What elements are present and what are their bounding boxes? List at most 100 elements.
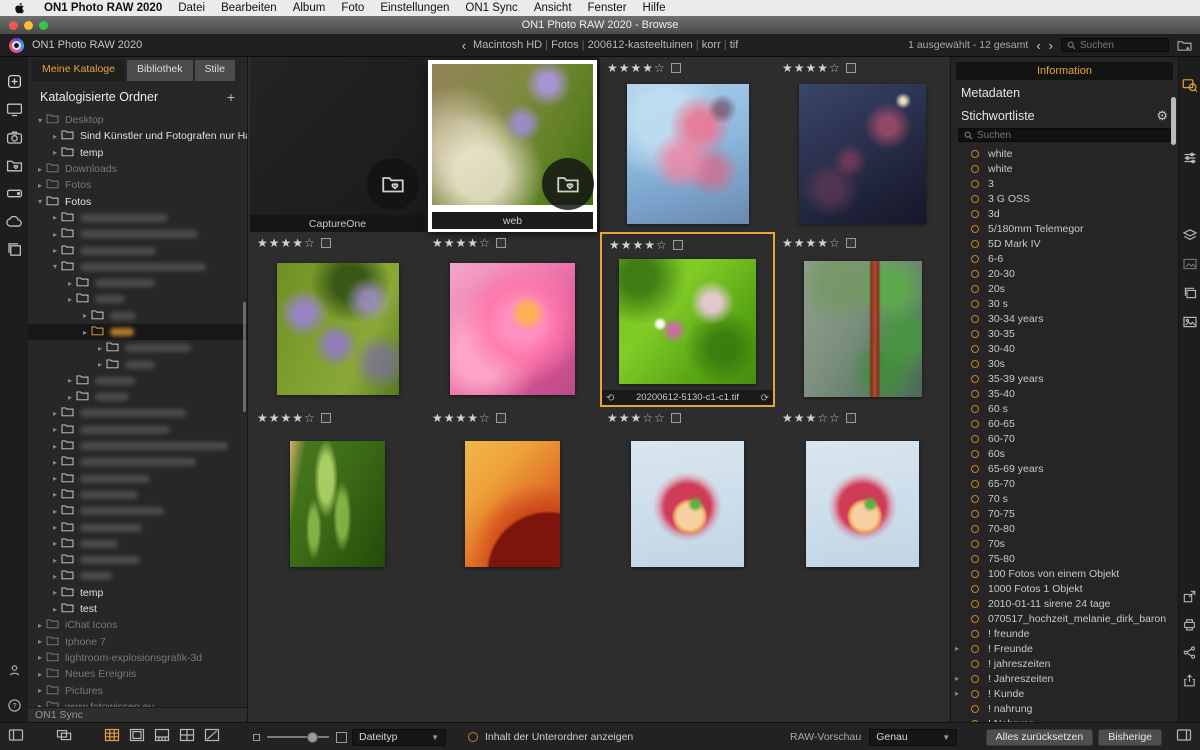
header-search-input[interactable]: Suchen [1061, 38, 1169, 52]
keyword-item[interactable]: 60s [951, 446, 1178, 461]
share-icon[interactable] [1182, 645, 1197, 660]
photo-image[interactable] [277, 263, 399, 395]
keyword-item[interactable]: 35-40 [951, 386, 1178, 401]
menu-item-foto[interactable]: Foto [341, 2, 364, 14]
folder-tree-item[interactable]: ▸Iphone 7 [28, 634, 247, 650]
keyword-item[interactable]: 3d [951, 206, 1178, 221]
slider-track[interactable] [267, 736, 329, 738]
metadata-section-header[interactable]: Metadaten [961, 86, 1020, 100]
raw-preview-dropdown[interactable]: Genau▼ [869, 729, 957, 746]
keyword-item[interactable]: ! jahreszeiten [951, 656, 1178, 671]
star-rating[interactable]: ★★★★☆ [782, 237, 841, 249]
previous-button[interactable]: Bisherige [1098, 729, 1162, 746]
tree-expander-icon[interactable]: ▸ [49, 588, 61, 597]
keyword-item[interactable]: 70s [951, 536, 1178, 551]
keyword-item[interactable]: ! nahrung [951, 701, 1178, 716]
folder-tree-item[interactable]: ▾Desktop [28, 112, 247, 128]
folder-tree-item[interactable]: ▸ [28, 405, 247, 421]
zoom-window-button[interactable] [39, 21, 48, 30]
tree-expander-icon[interactable]: ▸ [34, 653, 46, 662]
folder-tree-item[interactable]: ▸Downloads [28, 161, 247, 177]
tree-expander-icon[interactable]: ▸ [34, 165, 46, 174]
frame-icon[interactable] [1182, 256, 1198, 272]
stack-icon[interactable] [1182, 285, 1198, 301]
photo-image[interactable] [631, 441, 744, 567]
photo-select-checkbox[interactable] [846, 238, 856, 248]
folder-tree-item[interactable]: ▸ [28, 487, 247, 503]
menu-item-album[interactable]: Album [293, 2, 326, 14]
folder-tree-item[interactable]: ▸ [28, 454, 247, 470]
photo-image[interactable] [450, 263, 575, 395]
keyword-item[interactable]: 60 s [951, 401, 1178, 416]
export-arrow-icon[interactable] [1182, 589, 1197, 604]
star-rating[interactable]: ★★★☆☆ [782, 412, 841, 424]
star-rating[interactable]: ★★★★☆ [257, 237, 316, 249]
folder-tree-item[interactable]: ▸ [28, 389, 247, 405]
photo-thumbnail[interactable]: ★★★☆☆ [775, 407, 950, 582]
folder-tree-item[interactable]: ▸Pictures [28, 682, 247, 698]
photo-image[interactable] [619, 259, 756, 384]
breadcrumb-item[interactable]: 200612-kasteeltuinen [588, 39, 693, 51]
keyword-item[interactable]: 70-75 [951, 506, 1178, 521]
view-compare-icon[interactable] [179, 727, 195, 748]
tree-expander-icon[interactable]: ▸ [49, 490, 61, 499]
keyword-item[interactable]: 30 s [951, 296, 1178, 311]
keyword-expander-icon[interactable]: ▸ [951, 674, 962, 683]
folder-tree-item[interactable]: ▸temp [28, 145, 247, 161]
view-single-icon[interactable] [129, 727, 145, 748]
menu-item-fenster[interactable]: Fenster [588, 2, 627, 14]
new-folder-icon[interactable] [1177, 39, 1192, 52]
tree-expander-icon[interactable]: ▸ [49, 539, 61, 548]
tab-bibliothek[interactable]: Bibliothek [127, 60, 193, 81]
folder-thumbnail[interactable]: web [425, 57, 600, 232]
photo-select-checkbox[interactable] [321, 238, 331, 248]
cloud-icon[interactable] [6, 213, 23, 230]
menu-item-on1-sync[interactable]: ON1 Sync [465, 2, 517, 14]
tree-expander-icon[interactable]: ▸ [34, 181, 46, 190]
photo-select-checkbox[interactable] [846, 63, 856, 73]
menu-item-hilfe[interactable]: Hilfe [643, 2, 666, 14]
keyword-item[interactable]: 20s [951, 281, 1178, 296]
folder-heart-icon[interactable] [6, 157, 23, 174]
folder-tree-item[interactable]: ▸ [28, 340, 247, 356]
printer-icon[interactable] [1182, 617, 1197, 632]
star-rating[interactable]: ★★★★☆ [609, 239, 668, 251]
folder-tree-item[interactable]: ▾ [28, 259, 247, 275]
sidebar-scrollbar[interactable] [243, 302, 246, 412]
camera-icon[interactable] [6, 129, 23, 146]
tree-expander-icon[interactable]: ▸ [49, 523, 61, 532]
folder-tree-item[interactable]: ▸ [28, 471, 247, 487]
display-icon[interactable] [6, 101, 23, 118]
keyword-list-section-header[interactable]: Stichwortliste [961, 109, 1035, 123]
folder-tree-item[interactable]: ▸Neues Ereignis [28, 666, 247, 682]
keyword-item[interactable]: 30-40 [951, 341, 1178, 356]
tree-expander-icon[interactable]: ▸ [34, 621, 46, 630]
minimize-window-button[interactable] [24, 21, 33, 30]
tree-expander-icon[interactable]: ▸ [49, 132, 61, 141]
star-rating[interactable]: ★★★★☆ [782, 62, 841, 74]
photo-image[interactable] [290, 441, 385, 567]
star-rating[interactable]: ★★★★☆ [257, 412, 316, 424]
photo-thumbnail[interactable]: ★★★★☆ [250, 407, 425, 582]
menu-item-on1-photo-raw-2020[interactable]: ON1 Photo RAW 2020 [44, 2, 162, 14]
panel-right-icon[interactable] [1176, 727, 1192, 748]
keyword-item[interactable]: 2010-01-11 sirene 24 tage [951, 596, 1178, 611]
keyword-item[interactable]: ▸! Kunde [951, 686, 1178, 701]
keyword-item[interactable]: white [951, 146, 1178, 161]
menu-item-bearbeiten[interactable]: Bearbeiten [221, 2, 277, 14]
apple-icon[interactable] [14, 2, 26, 14]
tree-expander-icon[interactable]: ▾ [34, 197, 46, 206]
breadcrumb-back-icon[interactable]: ‹ [462, 39, 466, 52]
photo-thumbnail[interactable]: ★★★★☆ [600, 57, 775, 232]
keyword-expander-icon[interactable]: ▸ [951, 644, 962, 653]
keyword-item[interactable]: 30-34 years [951, 311, 1178, 326]
copies-icon[interactable] [6, 241, 23, 258]
filetype-dropdown[interactable]: Dateityp▼ [352, 729, 446, 746]
photo-select-checkbox[interactable] [321, 413, 331, 423]
view-grid-icon[interactable] [104, 727, 120, 748]
tree-expander-icon[interactable]: ▸ [49, 230, 61, 239]
slider-knob[interactable] [307, 732, 318, 743]
folder-tree-item[interactable]: ▸www.fotowissen.eu [28, 699, 247, 707]
photo-thumbnail[interactable]: ★★★★☆ [775, 232, 950, 407]
on1-sync-section[interactable]: ON1 Sync [28, 707, 247, 722]
